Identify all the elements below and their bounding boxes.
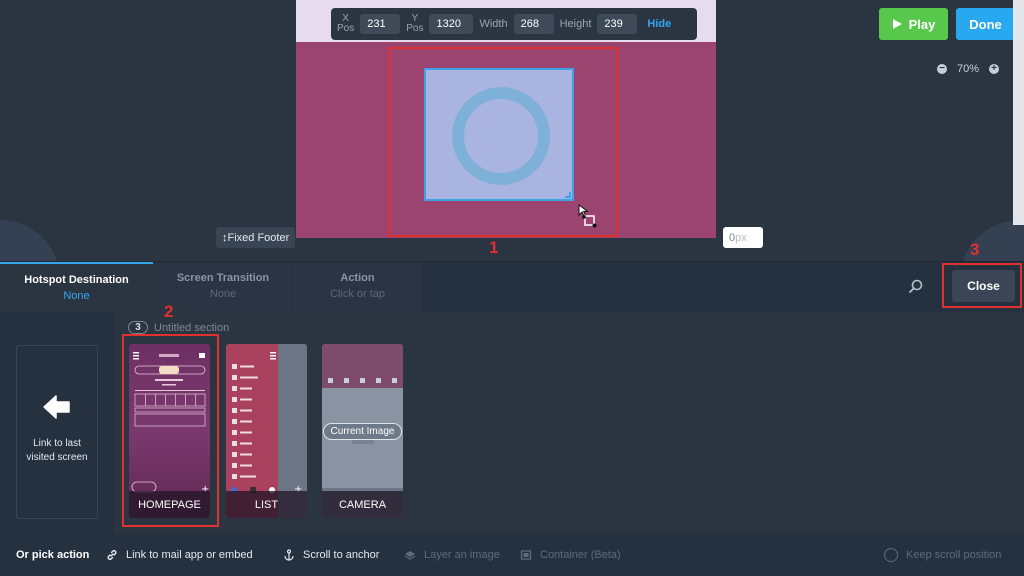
section-count-badge: 3 — [128, 321, 148, 334]
canvas-area[interactable]: X Pos 231 Y Pos 1320 Width 268 Height 23… — [0, 0, 1024, 261]
layers-icon — [404, 551, 416, 560]
done-button[interactable]: Done — [956, 8, 1015, 40]
link-icon — [107, 550, 117, 560]
tab-screen-transition[interactable]: Screen Transition None — [154, 262, 292, 313]
settings-tab-bar: Hotspot Destination None Screen Transiti… — [0, 261, 1024, 313]
container-beta-action[interactable]: Container (Beta) — [520, 549, 621, 561]
zoom-level: 70% — [957, 63, 980, 75]
annotation-number-1: 1 — [489, 238, 499, 257]
screen-name-list: LIST — [226, 491, 307, 518]
zoom-control: − 70% + — [937, 63, 1000, 75]
container-icon — [520, 550, 532, 560]
footer-offset-input[interactable]: 0 px — [723, 227, 763, 248]
search-icon[interactable] — [908, 278, 924, 294]
annotation-number-2: 2 — [164, 302, 174, 321]
cursor-icon — [578, 204, 597, 228]
link-to-last-visited-label: Link to last visited screen — [26, 438, 88, 463]
anchor-icon — [284, 549, 294, 561]
layer-an-image-action[interactable]: Layer an image — [404, 549, 500, 561]
play-button[interactable]: Play — [879, 8, 948, 40]
scroll-to-anchor-action[interactable]: Scroll to anchor — [283, 549, 379, 561]
annotation-number-3: 3 — [970, 240, 980, 259]
back-arrow-icon — [43, 395, 70, 419]
height-label: Height — [559, 18, 592, 30]
action-bar: Or pick action Link to mail app or embed… — [0, 534, 1024, 576]
hide-toolbar-button[interactable]: Hide — [647, 18, 671, 30]
tab-action[interactable]: Action Click or tap — [293, 262, 422, 313]
fixed-footer-toggle[interactable]: ↕Fixed Footer — [216, 227, 296, 248]
x-pos-input[interactable]: 231 — [360, 14, 401, 34]
height-input[interactable]: 239 — [597, 14, 638, 34]
hotspot-image[interactable] — [424, 68, 574, 201]
screen-thumbnail-list[interactable]: + LIST — [226, 344, 307, 518]
canvas-decoration — [0, 220, 60, 261]
width-input[interactable]: 268 — [513, 14, 554, 34]
hotspot-position-toolbar: X Pos 231 Y Pos 1320 Width 268 Height 23… — [331, 8, 697, 40]
section-title: Untitled section — [154, 321, 230, 334]
current-image-badge: Current Image — [322, 423, 403, 440]
screen-name-camera: CAMERA — [322, 491, 403, 518]
section-header[interactable]: 3 Untitled section — [128, 321, 229, 334]
homepage-highlight — [122, 334, 219, 527]
y-pos-label: Y Pos — [406, 13, 424, 34]
zoom-in-icon[interactable]: + — [989, 64, 1000, 74]
zoom-out-icon[interactable]: − — [937, 64, 947, 74]
x-pos-label: X Pos — [337, 13, 355, 34]
or-pick-action-label: Or pick action — [16, 549, 90, 561]
canvas-scrollbar[interactable] — [1013, 0, 1024, 225]
width-label: Width — [479, 18, 508, 30]
keep-scroll-position-option[interactable]: Keep scroll position — [884, 548, 1001, 562]
circle-graphic — [452, 87, 550, 185]
link-mail-embed-action[interactable]: Link to mail app or embed — [106, 549, 253, 561]
close-button[interactable]: Close — [952, 270, 1015, 302]
play-icon — [892, 19, 902, 29]
tab-hotspot-destination[interactable]: Hotspot Destination None — [0, 262, 153, 313]
keep-scroll-radio[interactable] — [884, 548, 898, 562]
y-pos-input[interactable]: 1320 — [429, 14, 474, 34]
link-to-last-visited-card[interactable]: Link to last visited screen — [16, 345, 98, 519]
resize-handle[interactable] — [565, 192, 571, 198]
